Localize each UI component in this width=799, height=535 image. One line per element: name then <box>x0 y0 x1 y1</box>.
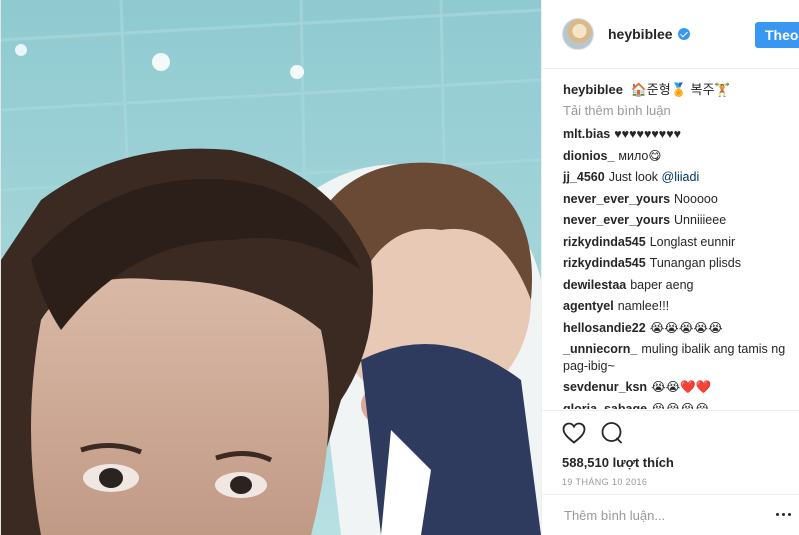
list-item: hellosandie22 😭😭😭😭😭 <box>563 318 790 340</box>
post-caption: heybiblee 🏠준형🏅 복주🏋 <box>563 81 790 99</box>
comment-username[interactable]: _unniecorn_ <box>563 342 637 356</box>
post-photo[interactable] <box>1 0 541 535</box>
verified-badge-icon <box>677 28 690 40</box>
list-item: never_ever_yours Nooooo <box>563 189 790 211</box>
comment-text: Unniiieee <box>674 213 727 227</box>
comment-username[interactable]: never_ever_yours <box>563 192 670 206</box>
list-item: dionios_ мило😋 <box>563 146 790 168</box>
dot <box>776 513 779 516</box>
dot <box>782 513 785 516</box>
caption-text: 🏠준형🏅 복주🏋 <box>630 82 731 97</box>
comment-username[interactable]: dionios_ <box>563 149 614 163</box>
comment-text: 😭😭😭😭😭 <box>649 320 723 335</box>
post-header: heybiblee Theo dõi <box>542 0 799 69</box>
list-item: sevdenur_ksn 😭😭❤️❤️ <box>563 377 790 399</box>
comment-username[interactable]: mlt.bias <box>563 127 610 141</box>
list-item: rizkydinda545 Longlast eunnir <box>563 232 790 254</box>
like-count[interactable]: 588,510 lượt thích <box>562 455 780 470</box>
comment-username[interactable]: rizkydinda545 <box>563 235 646 249</box>
comment-username[interactable]: hellosandie22 <box>563 321 646 335</box>
comment-text: baper aeng <box>630 277 694 292</box>
list-item: jj_4560 Just look @liiadi <box>563 167 790 189</box>
instagram-post-window: heybiblee Theo dõi heybiblee 🏠준형🏅 복주🏋 Tả… <box>0 0 799 535</box>
comment-username[interactable]: sevdenur_ksn <box>563 380 647 394</box>
action-icons <box>562 419 780 447</box>
list-item: rizkydinda545 Tunangan plisds <box>563 253 790 275</box>
post-username-text[interactable]: heybiblee <box>608 26 673 42</box>
comment-input[interactable] <box>562 506 766 524</box>
comment-username[interactable]: never_ever_yours <box>563 213 670 227</box>
dot <box>788 513 791 516</box>
comments-list[interactable]: heybiblee 🏠준형🏅 복주🏋 Tải thêm bình luận ml… <box>542 69 799 409</box>
caption-username[interactable]: heybiblee <box>563 82 623 97</box>
comment-text: ♥♥♥♥♥♥♥♥♥ <box>614 127 682 141</box>
comment-text: namlee!!! <box>617 299 670 313</box>
post-date: 19 THÁNG 10 2016 <box>562 477 648 487</box>
comment-mention-link[interactable]: @liiadi <box>662 170 700 184</box>
comment-text: Nooooo <box>674 191 718 206</box>
comment-username[interactable]: gloria_sabage <box>563 402 647 410</box>
post-actions: 588,510 lượt thích 19 THÁNG 10 2016 <box>542 410 799 487</box>
list-item: never_ever_yours Unniiieee <box>563 210 790 232</box>
more-options-icon[interactable] <box>776 509 792 521</box>
list-item: mlt.bias ♥♥♥♥♥♥♥♥♥ <box>563 124 790 146</box>
list-item: agentyel namlee!!! <box>563 296 790 318</box>
post-photo-image <box>1 0 541 535</box>
post-sidebar: heybiblee Theo dõi heybiblee 🏠준형🏅 복주🏋 Tả… <box>541 0 799 535</box>
comment-text: Just look <box>608 170 662 184</box>
comment-username[interactable]: dewilestaa <box>563 278 626 292</box>
load-more-comments-link[interactable]: Tải thêm bình luận <box>563 103 790 118</box>
comment-username[interactable]: rizkydinda545 <box>563 256 646 270</box>
follow-button[interactable]: Theo dõi <box>755 22 799 48</box>
comment-username[interactable]: jj_4560 <box>563 170 605 184</box>
add-comment-bar <box>542 494 799 535</box>
comment-bubble-icon[interactable] <box>600 421 624 445</box>
comment-text: 😭😭😭😭 <box>651 401 710 410</box>
comment-username[interactable]: agentyel <box>563 299 614 313</box>
list-item: dewilestaa baper aeng <box>563 275 790 297</box>
comment-text: Tunangan plisds <box>649 256 741 270</box>
comment-text: Longlast eunnir <box>649 234 736 249</box>
heart-icon[interactable] <box>562 422 586 444</box>
avatar[interactable] <box>562 18 594 50</box>
list-item: gloria_sabage 😭😭😭😭 <box>563 399 790 410</box>
list-item: _unniecorn_ muling ibalik ang tamis ng pa… <box>563 339 790 377</box>
comment-text: мило😋 <box>618 148 662 163</box>
comment-text: 😭😭❤️❤️ <box>651 380 712 394</box>
post-username[interactable]: heybiblee <box>608 26 690 42</box>
